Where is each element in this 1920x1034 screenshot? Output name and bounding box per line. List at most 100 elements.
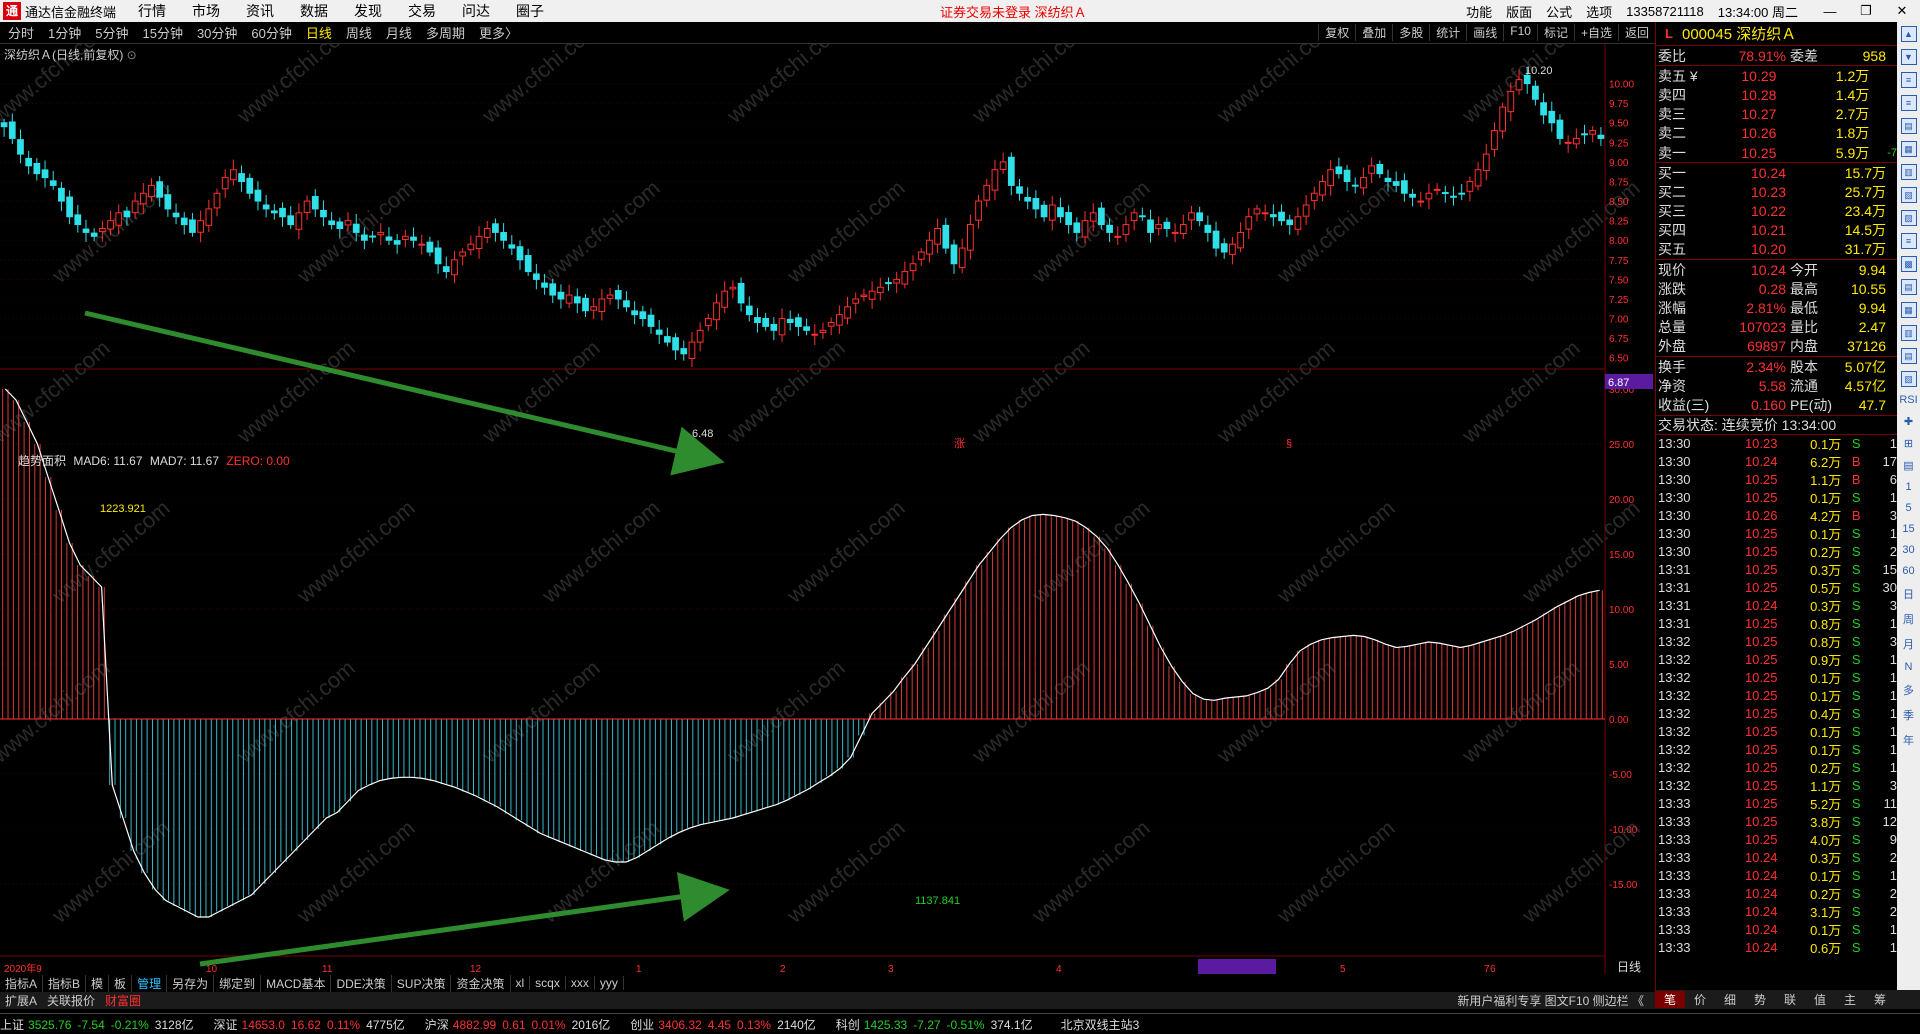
quote-tab[interactable]: 值 [1805, 991, 1835, 1008]
tool-diejia[interactable]: 叠加 [1355, 24, 1392, 41]
menu-gongshi[interactable]: 公式 [1546, 2, 1572, 21]
buy-row[interactable]: 买五 10.20 31.7万 [1656, 240, 1897, 259]
index-quote[interactable]: 深证 14653.0 16.62 0.11% 4775亿 [214, 1016, 411, 1033]
menu-faxian[interactable]: 发现 [354, 1, 382, 21]
quote-tab[interactable]: 势 [1745, 991, 1775, 1008]
indicator-tab[interactable]: 指标A [0, 974, 44, 992]
tick-list[interactable]: 13:30 10.23 0.1万 S 1 13:30 10.24 6.2万 B 17 13:30 10… [1656, 433, 1897, 957]
index-quote[interactable]: 沪深 4882.99 0.61 0.01% 2016亿 [425, 1016, 617, 1033]
maximize-icon[interactable]: ❐ [1848, 3, 1884, 19]
side-period-button[interactable]: 15 [1897, 523, 1920, 535]
menu-zixun[interactable]: 资讯 [246, 1, 274, 21]
indicator-tab[interactable]: SUP决策 [392, 974, 452, 992]
index-quote[interactable]: 上证 3525.76 -7.54 -0.21% 3128亿 [0, 1016, 200, 1033]
side-period-button[interactable]: N [1897, 661, 1920, 673]
indicator-tab[interactable]: 管理 [132, 974, 168, 992]
side-period-button[interactable]: 年 [1897, 732, 1920, 748]
kline-chart[interactable]: www.cfchi.com www.cfchi.com www.cfchi.com w… [0, 44, 1655, 990]
sell-row[interactable]: 卖一 10.25 5.9万 -7 [1656, 143, 1897, 162]
side-tool-icon[interactable]: ▼ [1900, 49, 1917, 65]
menu-xuanxiang[interactable]: 选项 [1586, 2, 1612, 21]
settings-icon[interactable]: ⊙ [127, 48, 137, 62]
menu-banmian[interactable]: 版面 [1506, 2, 1532, 21]
user-phone[interactable]: 13358721118 [1626, 4, 1704, 19]
minimize-icon[interactable]: — [1812, 4, 1848, 19]
side-period-button[interactable]: 季 [1897, 707, 1920, 723]
indicator-tab[interactable]: 模 [86, 974, 110, 992]
chart-area[interactable]: www.cfchi.com www.cfchi.com www.cfchi.com w… [0, 44, 1655, 990]
indicator-tab[interactable]: xl [511, 976, 531, 990]
stock-code[interactable]: 000045 深纺织Ａ [1682, 23, 1796, 44]
period-5min[interactable]: 5分钟 [95, 23, 128, 42]
buy-row[interactable]: 买二 10.23 25.7万 [1656, 182, 1897, 201]
tab-kuozhan[interactable]: 扩展A [0, 992, 42, 1009]
login-notice[interactable]: 证券交易未登录 深纺织Ａ [940, 2, 1087, 21]
tab-caifuquan[interactable]: 财富圈 [100, 992, 146, 1009]
side-period-button[interactable]: RSI [1897, 394, 1920, 406]
menu-shichang[interactable]: 市场 [192, 1, 220, 21]
side-tool-icon[interactable]: ≡ [1900, 95, 1917, 111]
period-fenshi[interactable]: 分时 [8, 23, 34, 42]
period-weekly[interactable]: 周线 [346, 23, 372, 42]
quote-tab[interactable]: 细 [1715, 991, 1745, 1008]
tool-f10[interactable]: F10 [1503, 24, 1537, 41]
period-1min[interactable]: 1分钟 [48, 23, 81, 42]
side-tool-icon[interactable]: ▤ [1900, 348, 1917, 364]
sell-row[interactable]: 卖三 10.27 2.7万 [1656, 105, 1897, 124]
index-quote[interactable]: 科创 1425.33 -7.27 -0.51% 374.1亿 [836, 1016, 1039, 1033]
side-tool-icon[interactable]: ▥ [1900, 164, 1917, 180]
period-monthly[interactable]: 月线 [386, 23, 412, 42]
indicator-tab[interactable]: 资金决策 [451, 974, 511, 992]
menu-hangqing[interactable]: 行情 [138, 1, 166, 21]
period-daily[interactable]: 日线 [306, 23, 332, 42]
indicator-tab[interactable]: 板 [109, 974, 133, 992]
side-tool-icon[interactable]: ▥ [1900, 325, 1917, 341]
side-period-button[interactable]: 周 [1897, 611, 1920, 627]
side-tool-icon[interactable]: ▧ [1900, 371, 1917, 387]
tool-huaxian[interactable]: 画线 [1466, 24, 1503, 41]
period-60min[interactable]: 60分钟 [251, 23, 291, 42]
close-icon[interactable]: ✕ [1884, 3, 1920, 19]
buy-row[interactable]: 买一 10.24 15.7万 [1656, 163, 1897, 182]
side-tool-icon[interactable]: ▲ [1900, 26, 1917, 42]
menu-wenda[interactable]: 问达 [462, 1, 490, 21]
side-period-button[interactable]: 5 [1897, 502, 1920, 514]
side-tool-icon[interactable]: ▤ [1900, 279, 1917, 295]
tool-fanhui[interactable]: 返回 [1617, 24, 1655, 41]
side-tool-icon[interactable]: ▧ [1900, 187, 1917, 203]
tool-tongji[interactable]: 统计 [1429, 24, 1466, 41]
menu-quanzi[interactable]: 圈子 [516, 1, 544, 21]
period-30min[interactable]: 30分钟 [197, 23, 237, 42]
side-tool-icon[interactable]: ≡ [1900, 233, 1917, 249]
side-period-button[interactable]: 月 [1897, 636, 1920, 652]
menu-shuju[interactable]: 数据 [300, 1, 328, 21]
buy-row[interactable]: 买三 10.22 23.4万 [1656, 202, 1897, 221]
tool-zixuan[interactable]: +自选 [1573, 24, 1618, 41]
side-period-button[interactable]: ▤ [1897, 459, 1920, 472]
period-multi[interactable]: 多周期 [426, 23, 465, 42]
tab-guanlian[interactable]: 关联报价 [42, 992, 100, 1009]
indicator-tab[interactable]: DDE决策 [331, 974, 392, 992]
index-quote[interactable]: 创业 3406.32 4.45 0.13% 2140亿 [630, 1016, 822, 1033]
promo-text[interactable]: 新用户福利专享 图文F10 侧边栏 《 [1452, 992, 1649, 1009]
sell-row[interactable]: 卖五 ¥ 10.29 1.2万 [1656, 66, 1897, 85]
indicator-tab[interactable]: 绑定到 [214, 974, 262, 992]
indicator-tab[interactable]: xxx [566, 976, 595, 990]
side-period-button[interactable]: 30 [1897, 544, 1920, 556]
indicator-tab[interactable]: scqx [530, 976, 566, 990]
period-more[interactable]: 更多〉 [479, 23, 518, 42]
indicator-tab[interactable]: 指标B [43, 974, 87, 992]
side-period-button[interactable]: 1 [1897, 481, 1920, 493]
side-period-button[interactable]: ✚ [1897, 415, 1920, 428]
side-tool-icon[interactable]: ▤ [1900, 118, 1917, 134]
sell-row[interactable]: 卖四 10.28 1.4万 [1656, 85, 1897, 104]
tool-duogu[interactable]: 多股 [1392, 24, 1429, 41]
side-tool-icon[interactable]: ▨ [1900, 210, 1917, 226]
period-15min[interactable]: 15分钟 [142, 23, 182, 42]
quote-tab[interactable]: 价 [1685, 991, 1715, 1008]
menu-gongneng[interactable]: 功能 [1466, 2, 1492, 21]
indicator-tab[interactable]: yyy [595, 976, 624, 990]
tool-biaoji[interactable]: 标记 [1536, 24, 1574, 41]
indicator-tab[interactable]: 另存为 [167, 974, 215, 992]
side-period-button[interactable]: 60 [1897, 565, 1920, 577]
